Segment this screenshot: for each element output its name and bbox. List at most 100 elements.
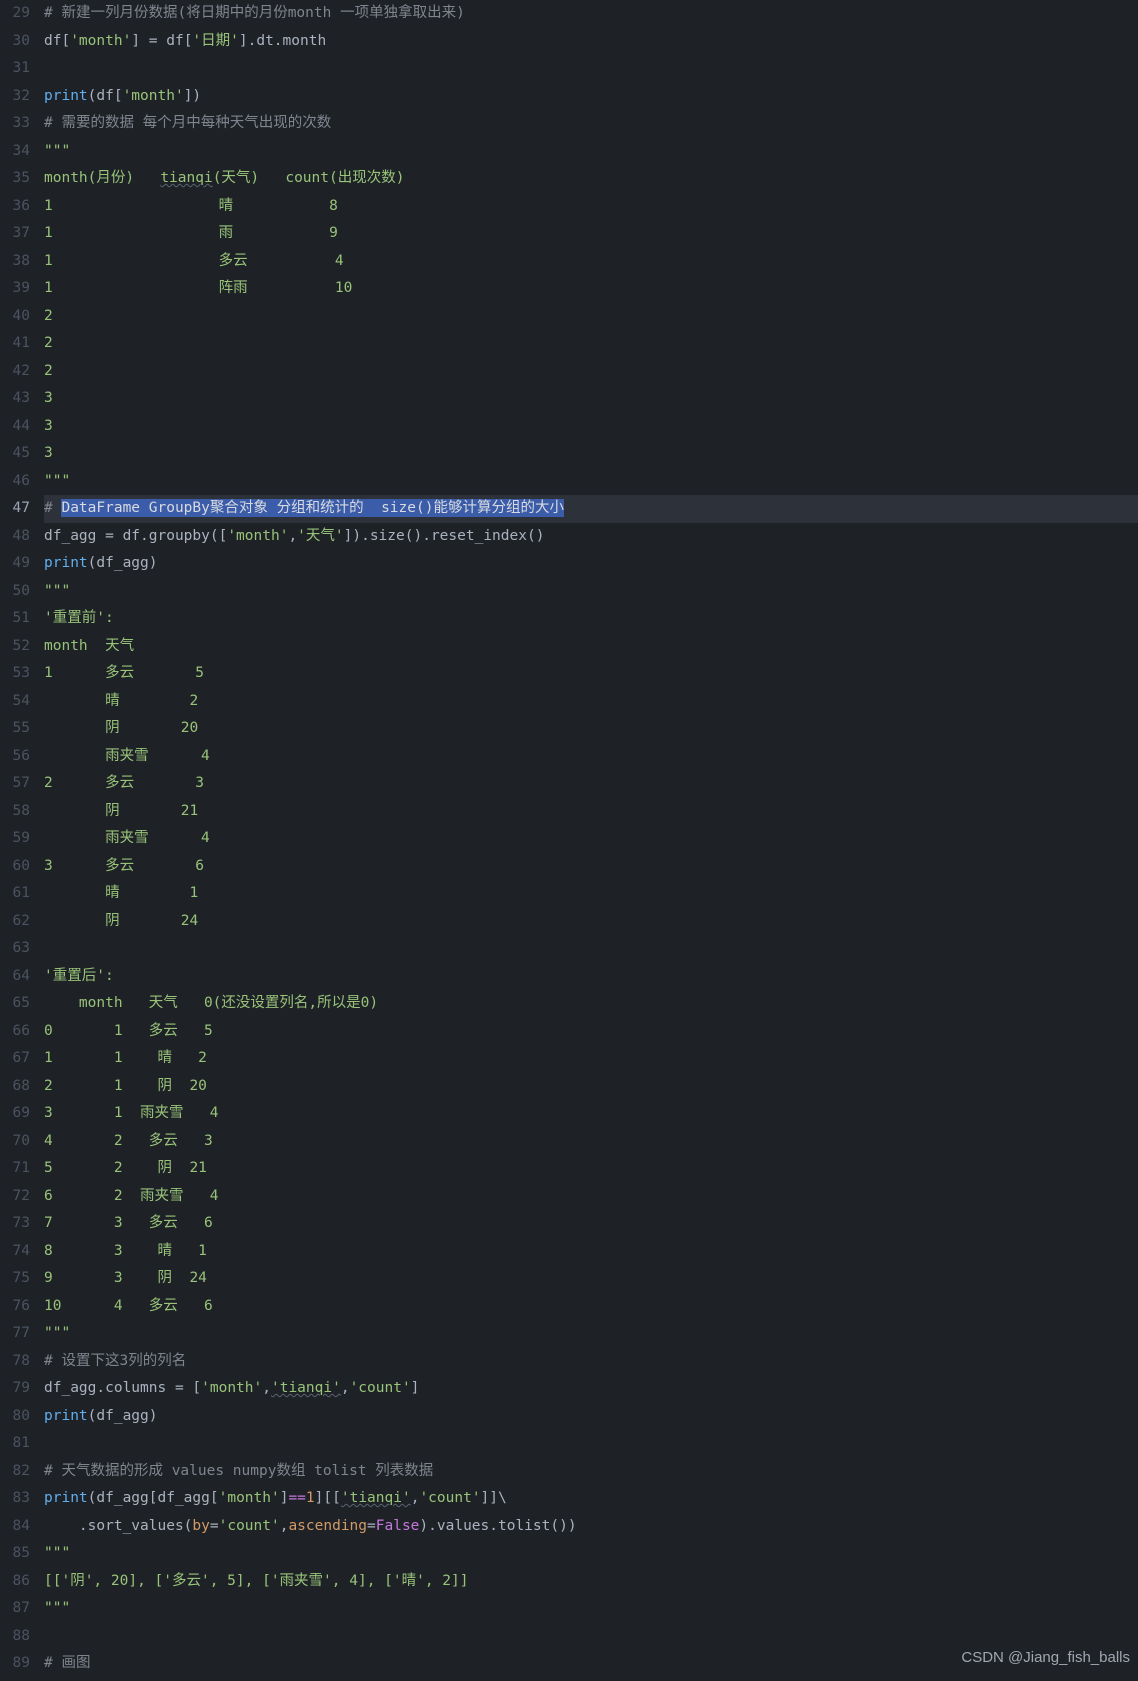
code-line[interactable]: df['month'] = df['日期'].dt.month [44, 28, 1138, 56]
token-str: 阴 20 [44, 720, 198, 736]
code-line[interactable]: 2 多云 3 [44, 770, 1138, 798]
code-line[interactable]: 阴 24 [44, 908, 1138, 936]
code-line[interactable]: 10 4 多云 6 [44, 1293, 1138, 1321]
code-line[interactable]: 2 [44, 303, 1138, 331]
code-line[interactable]: 1 阵雨 10 [44, 275, 1138, 303]
code-line[interactable]: 晴 1 [44, 880, 1138, 908]
code-line[interactable]: 0 1 多云 5 [44, 1018, 1138, 1046]
code-line[interactable]: month 天气 [44, 633, 1138, 661]
line-number: 83 [0, 1485, 30, 1513]
line-number: 41 [0, 330, 30, 358]
code-line[interactable]: month(月份) tianqi(天气) count(出现次数) [44, 165, 1138, 193]
code-line[interactable]: 1 1 晴 2 [44, 1045, 1138, 1073]
line-number: 64 [0, 963, 30, 991]
code-line[interactable]: """ [44, 578, 1138, 606]
token-str: '天气' [297, 528, 343, 544]
code-line[interactable]: 3 [44, 440, 1138, 468]
code-line[interactable]: 阴 20 [44, 715, 1138, 743]
code-line[interactable]: 3 1 雨夹雪 4 [44, 1100, 1138, 1128]
code-line[interactable]: """ [44, 1595, 1138, 1623]
code-line[interactable]: 阴 21 [44, 798, 1138, 826]
code-line[interactable]: df_agg = df.groupby(['month','天气']).size… [44, 523, 1138, 551]
code-line[interactable]: print(df['month']) [44, 83, 1138, 111]
code-line[interactable] [44, 1430, 1138, 1458]
code-line[interactable]: 3 [44, 385, 1138, 413]
token-comment: # 画图 [44, 1655, 90, 1671]
line-number: 30 [0, 28, 30, 56]
token-id: = [210, 1518, 219, 1534]
token-str: 3 [44, 390, 53, 406]
code-line[interactable]: # 新建一列月份数据(将日期中的月份month 一项单独拿取出来) [44, 0, 1138, 28]
line-number: 66 [0, 1018, 30, 1046]
code-line[interactable]: 3 [44, 413, 1138, 441]
line-number: 47 [0, 495, 30, 523]
code-line[interactable]: 8 3 晴 1 [44, 1238, 1138, 1266]
line-number: 40 [0, 303, 30, 331]
line-number: 34 [0, 138, 30, 166]
code-line[interactable]: 4 2 多云 3 [44, 1128, 1138, 1156]
code-line[interactable]: 1 晴 8 [44, 193, 1138, 221]
code-line[interactable]: month 天气 0(还没设置列名,所以是0) [44, 990, 1138, 1018]
code-line[interactable]: # 天气数据的形成 values numpy数组 tolist 列表数据 [44, 1458, 1138, 1486]
code-line[interactable]: """ [44, 138, 1138, 166]
code-line[interactable]: 6 2 雨夹雪 4 [44, 1183, 1138, 1211]
code-line[interactable]: .sort_values(by='count',ascending=False)… [44, 1513, 1138, 1541]
code-line[interactable]: print(df_agg) [44, 1403, 1138, 1431]
code-area[interactable]: # 新建一列月份数据(将日期中的月份month 一项单独拿取出来)df['mon… [44, 0, 1138, 1678]
token-str: 2 多云 3 [44, 775, 204, 791]
line-number: 43 [0, 385, 30, 413]
code-line[interactable]: 9 3 阴 24 [44, 1265, 1138, 1293]
code-line[interactable]: 2 [44, 358, 1138, 386]
code-line[interactable]: """ [44, 468, 1138, 496]
token-id: ] = df[ [131, 33, 192, 49]
code-line[interactable]: [['阴', 20], ['多云', 5], ['雨夹雪', 4], ['晴',… [44, 1568, 1138, 1596]
code-line[interactable]: 1 雨 9 [44, 220, 1138, 248]
code-line[interactable]: 2 [44, 330, 1138, 358]
code-line[interactable] [44, 935, 1138, 963]
code-line[interactable]: 雨夹雪 4 [44, 825, 1138, 853]
token-str: 1 多云 4 [44, 253, 344, 269]
code-line[interactable]: 1 多云 4 [44, 248, 1138, 276]
code-line[interactable]: 7 3 多云 6 [44, 1210, 1138, 1238]
code-line[interactable]: print(df_agg) [44, 550, 1138, 578]
token-str: 1 阵雨 10 [44, 280, 352, 296]
code-line[interactable]: print(df_agg[df_agg['month']==1][['tianq… [44, 1485, 1138, 1513]
token-id: (df[ [88, 88, 123, 104]
line-number: 49 [0, 550, 30, 578]
line-number: 56 [0, 743, 30, 771]
line-number: 74 [0, 1238, 30, 1266]
code-line[interactable] [44, 55, 1138, 83]
code-line[interactable]: 雨夹雪 4 [44, 743, 1138, 771]
code-line[interactable]: df_agg.columns = ['month','tianqi','coun… [44, 1375, 1138, 1403]
line-number: 42 [0, 358, 30, 386]
token-func: print [44, 1490, 88, 1506]
token-str: (天气) count(出现次数) [213, 170, 405, 186]
code-line[interactable]: 晴 2 [44, 688, 1138, 716]
code-line[interactable]: # 设置下这3列的列名 [44, 1348, 1138, 1376]
code-line[interactable]: 2 1 阴 20 [44, 1073, 1138, 1101]
token-str: 2 [44, 363, 53, 379]
line-number: 68 [0, 1073, 30, 1101]
line-number: 70 [0, 1128, 30, 1156]
token-str: 0 1 多云 5 [44, 1023, 213, 1039]
code-line[interactable]: # DataFrame GroupBy聚合对象 分组和统计的 size()能够计… [44, 495, 1138, 523]
code-line[interactable]: '重置后': [44, 963, 1138, 991]
line-number: 77 [0, 1320, 30, 1348]
code-line[interactable]: 3 多云 6 [44, 853, 1138, 881]
code-line[interactable]: """ [44, 1540, 1138, 1568]
line-number: 32 [0, 83, 30, 111]
token-str: 3 [44, 418, 53, 434]
code-line[interactable]: '重置前': [44, 605, 1138, 633]
line-number: 39 [0, 275, 30, 303]
code-line[interactable]: """ [44, 1320, 1138, 1348]
code-line[interactable]: 1 多云 5 [44, 660, 1138, 688]
code-line[interactable]: 5 2 阴 21 [44, 1155, 1138, 1183]
token-func: print [44, 555, 88, 571]
token-str: 'month' [70, 33, 131, 49]
code-line[interactable]: # 需要的数据 每个月中每种天气出现的次数 [44, 110, 1138, 138]
line-number: 89 [0, 1650, 30, 1678]
token-comment: # 天气数据的形成 values numpy数组 tolist 列表数据 [44, 1463, 433, 1479]
line-number: 60 [0, 853, 30, 881]
code-editor[interactable]: 2930313233343536373839404142434445464748… [0, 0, 1138, 1678]
line-number: 36 [0, 193, 30, 221]
